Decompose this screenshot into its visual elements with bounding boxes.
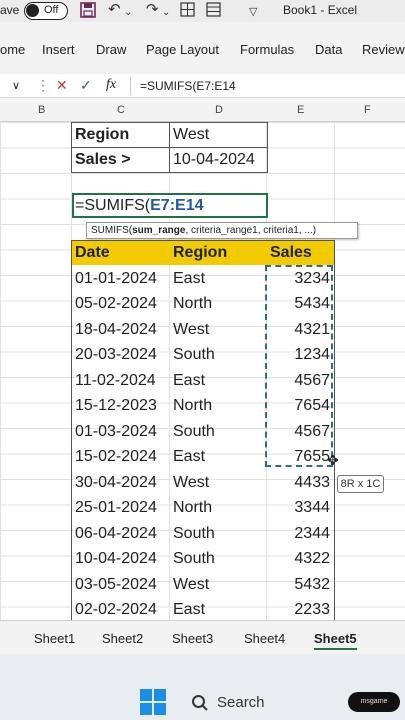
cell-region[interactable]: North bbox=[173, 495, 265, 521]
ribbon: ome Insert Draw Page Layout Formulas Dat… bbox=[0, 22, 405, 74]
tab-data[interactable]: Data bbox=[315, 42, 342, 57]
column-header-c[interactable]: C bbox=[117, 104, 125, 116]
sheet-tab-4[interactable]: Sheet4 bbox=[244, 631, 285, 646]
criteria-region-value[interactable]: West bbox=[173, 122, 209, 148]
more-options-icon[interactable]: ⋮ bbox=[36, 77, 50, 94]
criteria-sales-value[interactable]: 10-04-2024 bbox=[173, 147, 255, 173]
column-header-d[interactable]: D bbox=[215, 104, 223, 116]
tab-review[interactable]: Review bbox=[362, 42, 405, 57]
column-headers: B C D E F bbox=[0, 98, 405, 122]
tooltip-current-arg[interactable]: sum_range bbox=[132, 225, 185, 236]
taskbar-app-pill[interactable]: msgame bbox=[348, 692, 400, 712]
cell-sales[interactable]: 5432 bbox=[268, 572, 330, 598]
criteria-region-label[interactable]: Region bbox=[75, 122, 129, 148]
column-header-b[interactable]: B bbox=[38, 104, 45, 116]
cell-region[interactable]: West bbox=[173, 572, 265, 598]
undo-icon[interactable]: ↶ bbox=[108, 2, 121, 18]
cell-date[interactable]: 10-04-2024 bbox=[75, 546, 169, 572]
formula-input[interactable]: =SUMIFS(E7:E14 bbox=[140, 79, 236, 93]
cell-date[interactable]: 05-02-2024 bbox=[75, 291, 169, 317]
function-tooltip[interactable]: SUMIFS(sum_range, criteria_range1, crite… bbox=[86, 222, 358, 239]
tab-home[interactable]: ome bbox=[0, 42, 25, 57]
cell-region[interactable]: East bbox=[173, 266, 265, 292]
save-icon[interactable] bbox=[80, 2, 96, 22]
cell-region[interactable]: South bbox=[173, 521, 265, 547]
tab-formulas[interactable]: Formulas bbox=[240, 42, 294, 57]
cell-sales[interactable]: 2344 bbox=[268, 521, 330, 547]
name-box-dropdown-icon[interactable]: ∨ bbox=[12, 79, 20, 92]
cell-date[interactable]: 06-04-2024 bbox=[75, 521, 169, 547]
cell-date[interactable]: 01-01-2024 bbox=[75, 266, 169, 292]
sheet-tab-1[interactable]: Sheet1 bbox=[34, 631, 75, 646]
tab-draw[interactable]: Draw bbox=[96, 42, 126, 57]
cell-sales[interactable]: 4433 bbox=[268, 470, 330, 496]
grid-icon[interactable] bbox=[180, 2, 195, 21]
sheet-tab-3[interactable]: Sheet3 bbox=[172, 631, 213, 646]
cell-region[interactable]: North bbox=[173, 393, 265, 419]
cursor-icon: ✥ bbox=[327, 452, 339, 468]
toggle-knob bbox=[26, 4, 39, 17]
redo-dropdown-icon[interactable]: ⌄ bbox=[162, 5, 170, 21]
cell-region[interactable]: West bbox=[173, 317, 265, 343]
sheet-tab-bar: Sheet1 Sheet2 Sheet3 Sheet4 Sheet5 bbox=[0, 620, 405, 654]
column-header-e[interactable]: E bbox=[297, 104, 304, 116]
cell-date[interactable]: 20-03-2024 bbox=[75, 342, 169, 368]
customize-toolbar-icon[interactable]: ▽ bbox=[249, 4, 257, 20]
formula-range-reference: E7:E14 bbox=[150, 197, 204, 214]
cell-region[interactable]: South bbox=[173, 419, 265, 445]
cancel-icon[interactable]: ✕ bbox=[56, 77, 68, 94]
formula-prefix: =SUMIFS( bbox=[75, 197, 151, 214]
cell-sales[interactable]: 4322 bbox=[268, 546, 330, 572]
cell-region[interactable]: North bbox=[173, 291, 265, 317]
autosave-label: ave bbox=[0, 3, 20, 17]
cell-sales[interactable]: 3344 bbox=[268, 495, 330, 521]
formula-separator bbox=[130, 77, 131, 95]
cell-date[interactable]: 30-04-2024 bbox=[75, 470, 169, 496]
cell-date[interactable]: 11-02-2024 bbox=[75, 368, 169, 394]
search-icon bbox=[192, 695, 208, 711]
formula-bar: ∨ ⋮ ✕ ✓ fx =SUMIFS(E7:E14 bbox=[0, 74, 405, 98]
cell-region[interactable]: South bbox=[173, 342, 265, 368]
tooltip-function: SUMIFS( bbox=[91, 225, 133, 236]
search-label: Search bbox=[217, 694, 265, 711]
tooltip-other-args: , criteria_range1, criteria1, ...) bbox=[185, 225, 317, 236]
cell-date[interactable]: 02-02-2024 bbox=[75, 597, 169, 623]
toggle-state: Off bbox=[44, 4, 59, 16]
cell-region[interactable]: East bbox=[173, 368, 265, 394]
cell-date[interactable]: 03-05-2024 bbox=[75, 572, 169, 598]
tab-page-layout[interactable]: Page Layout bbox=[146, 42, 219, 57]
undo-dropdown-icon[interactable]: ⌄ bbox=[124, 5, 132, 21]
autosave-toggle[interactable]: Off bbox=[24, 2, 68, 20]
sheet-tab-2[interactable]: Sheet2 bbox=[102, 631, 143, 646]
cell-region[interactable]: East bbox=[173, 444, 265, 470]
criteria-sales-label[interactable]: Sales > bbox=[75, 147, 131, 173]
insert-function-icon[interactable]: fx bbox=[106, 77, 116, 93]
cell-region[interactable]: South bbox=[173, 546, 265, 572]
cell-date[interactable]: 15-12-2023 bbox=[75, 393, 169, 419]
title-bar: ave Off ↶ ⌄ ↷ ⌄ ▽ Book1 - Excel bbox=[0, 0, 405, 22]
redo-icon[interactable]: ↷ bbox=[146, 2, 159, 18]
cell-sales[interactable]: 2233 bbox=[268, 597, 330, 623]
enter-icon[interactable]: ✓ bbox=[80, 77, 92, 94]
taskbar-search[interactable]: Search bbox=[183, 690, 353, 716]
cell-date[interactable]: 01-03-2024 bbox=[75, 419, 169, 445]
tab-insert[interactable]: Insert bbox=[42, 42, 75, 57]
cell-date[interactable]: 25-01-2024 bbox=[75, 495, 169, 521]
cell-region[interactable]: East bbox=[173, 597, 265, 623]
cell-date[interactable]: 18-04-2024 bbox=[75, 317, 169, 343]
sheet-tab-5[interactable]: Sheet5 bbox=[314, 631, 357, 650]
range-marquee bbox=[265, 265, 333, 467]
windows-start-icon[interactable] bbox=[140, 689, 166, 715]
taskbar: Search msgame bbox=[0, 654, 405, 720]
table-icon[interactable] bbox=[206, 2, 221, 21]
window-title: Book1 - Excel bbox=[283, 3, 358, 17]
cell-date[interactable]: 15-02-2024 bbox=[75, 444, 169, 470]
selection-size-badge: 8R x 1C bbox=[337, 475, 384, 493]
cell-region[interactable]: West bbox=[173, 470, 265, 496]
active-cell-formula[interactable]: =SUMIFS(E7:E14 bbox=[72, 193, 268, 218]
column-header-f[interactable]: F bbox=[364, 104, 371, 116]
